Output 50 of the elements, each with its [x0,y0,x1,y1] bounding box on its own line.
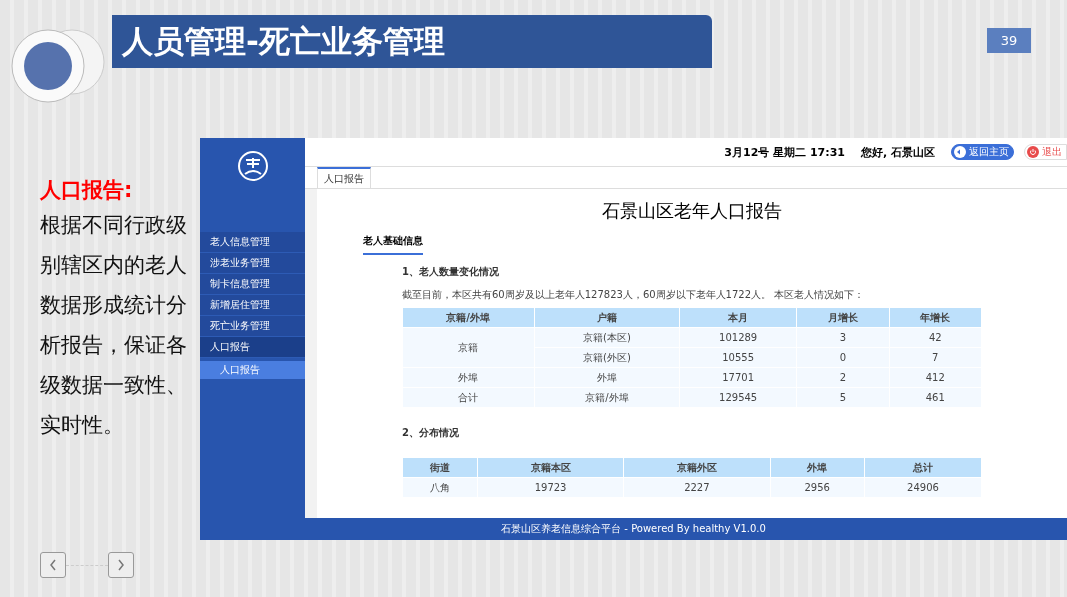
logout-button[interactable]: 退出 [1024,144,1067,160]
logo-icon [236,150,269,182]
report-title: 石景山区老年人口报告 [601,199,783,223]
sidebar-item[interactable]: 人口报告 [200,337,305,358]
sidebar-subitem[interactable]: 人口报告 [200,361,305,379]
sidebar-item[interactable]: 涉老业务管理 [200,253,305,274]
column-header: 总计 [864,458,982,478]
table-cell: 2227 [623,477,770,498]
subsection-heading: 1、老人数量变化情况 [402,265,500,279]
table-cell: 101289 [679,327,797,348]
table-cell: 19723 [477,477,624,498]
section-heading: 老人基础信息 [363,234,423,255]
previous-button[interactable] [40,552,66,578]
table-cell: 京籍(本区) [534,327,680,348]
table-cell: 2956 [770,477,865,498]
table-cell: 3 [796,327,890,348]
table-cell: 外埠 [402,367,535,388]
home-button[interactable]: 返回主页 [951,144,1014,160]
sidebar-item[interactable]: 死亡业务管理 [200,316,305,337]
next-button[interactable] [108,552,134,578]
slide-title: 人员管理-死亡业务管理 [112,15,712,68]
page-number: 39 [987,28,1031,53]
sidebar-item[interactable]: 制卡信息管理 [200,274,305,295]
column-header: 外埠 [770,458,865,478]
table-cell: 24906 [864,477,982,498]
tab[interactable]: 人口报告 [317,167,371,188]
table-cell: 合计 [402,387,535,408]
intro-text: 根据不同行政级别辖区内的老人数据形成统计分析报告，保证各级数据一致性、实时性。 [40,212,188,439]
subsection-heading: 2、分布情况 [402,426,460,440]
sidebar-item[interactable]: 新增居住管理 [200,295,305,316]
summary-text: 截至目前，本区共有60周岁及以上老年人127823人，60周岁以下老年人1722人。 本区老人情况如下： [402,288,866,302]
chevron-right-icon [117,559,125,571]
greeting: 您好, 石景山区 [861,144,935,160]
sidebar-item[interactable]: 老人信息管理 [200,232,305,253]
column-header: 京籍外区 [623,458,770,478]
column-header: 街道 [402,458,478,478]
footer-text: 石景山区养老信息综合平台 - Powered By healthy V1.0.0 [501,522,766,536]
table-cell: 42 [889,327,982,348]
chevron-left-icon [49,559,57,571]
column-header: 京籍本区 [477,458,624,478]
column-header: 月增长 [796,308,890,328]
column-header: 京籍/外埠 [402,308,535,328]
table-cell: 京籍 [402,327,535,368]
intro-heading: 人口报告: [40,177,134,204]
date-time: 3月12号 星期二 17:31 [724,144,845,160]
power-icon [1027,146,1039,158]
column-header: 年增长 [889,308,982,328]
column-header: 本月 [679,308,797,328]
column-header: 户籍 [534,308,680,328]
table-cell: 八角 [402,477,478,498]
